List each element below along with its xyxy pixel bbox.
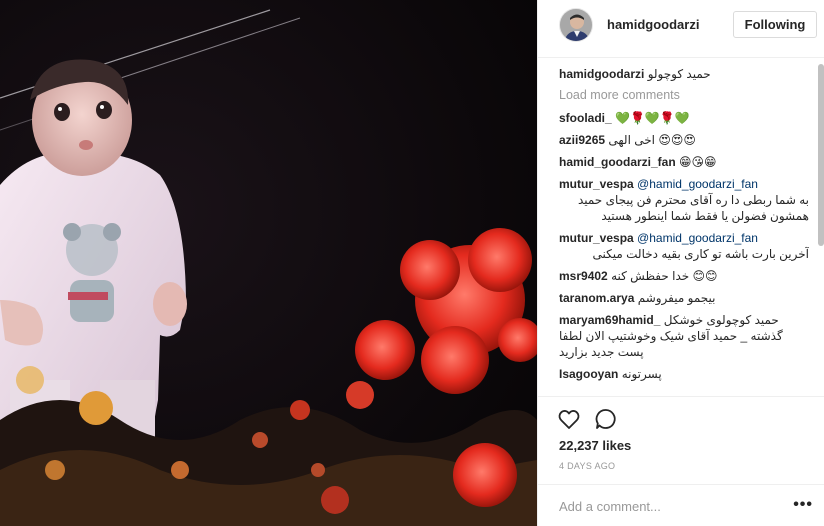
avatar[interactable]	[559, 8, 593, 42]
likes-count[interactable]: 22,237 likes	[559, 438, 631, 453]
caption: hamidgoodarzi حمید کوچولو	[559, 66, 809, 82]
following-button[interactable]: Following	[733, 11, 817, 38]
comment-item: taranom.arya بیجمو میفروشم	[559, 290, 809, 306]
comment-author[interactable]: mutur_vespa	[559, 231, 634, 245]
heart-icon[interactable]	[557, 407, 581, 431]
comment-author[interactable]: taranom.arya	[559, 291, 634, 305]
comment-item: Isagooyan پسرتونه	[559, 366, 809, 382]
comment-text: آخرین بارت باشه تو کاری بقیه دخالت میکنی	[592, 247, 809, 261]
post-detail-panel: hamidgoodarzi Following hamidgoodarzi حم…	[537, 0, 824, 526]
comment-item: mutur_vespa @hamid_goodarzi_fan به شما ر…	[559, 176, 809, 224]
comment-author[interactable]: azii9265	[559, 133, 605, 147]
comment-text: خدا حفظش کنه 😊😊	[611, 269, 718, 283]
comment-text: اخی الهی 😍😍😍	[608, 133, 696, 147]
comment-mention[interactable]: @hamid_goodarzi_fan	[637, 231, 758, 245]
comments-scrollbar[interactable]	[818, 64, 824, 246]
comment-item: msr9402 خدا حفظش کنه 😊😊	[559, 268, 809, 284]
comment-item: mutur_vespa @hamid_goodarzi_fan آخرین با…	[559, 230, 809, 262]
photo-image	[0, 0, 537, 526]
comment-text: به شما ربطی دا ره آقای محترم فن پیجای حم…	[577, 193, 809, 223]
comment-item: maryam69hamid_ حمید کوچولوی خوشکل گذشته …	[559, 312, 809, 360]
comments-list: hamidgoodarzi حمید کوچولو Load more comm…	[559, 66, 809, 396]
caption-text: حمید کوچولو	[647, 67, 711, 81]
more-options-icon[interactable]: •••	[793, 496, 813, 514]
comment-author[interactable]: mutur_vespa	[559, 177, 634, 191]
comment-icon[interactable]	[594, 407, 618, 431]
comment-text: پسرتونه	[621, 367, 662, 381]
post-photo[interactable]	[0, 0, 537, 526]
post-header: hamidgoodarzi Following	[538, 0, 824, 58]
comment-item: hamid_goodarzi_fan 😁😘😁	[559, 154, 809, 170]
comment-text: 💚🌹💚🌹💚	[615, 111, 690, 125]
comment-author[interactable]: maryam69hamid_	[559, 313, 660, 327]
comment-author[interactable]: sfooladi_	[559, 111, 612, 125]
comment-author[interactable]: hamid_goodarzi_fan	[559, 155, 676, 169]
comment-author[interactable]: msr9402	[559, 269, 608, 283]
comment-text: بیجمو میفروشم	[637, 291, 716, 305]
comment-author[interactable]: Isagooyan	[559, 367, 618, 381]
load-more-comments-link[interactable]: Load more comments	[559, 88, 809, 102]
post-actions: 22,237 likes 4 DAYS AGO	[538, 396, 824, 488]
add-comment-section: •••	[538, 484, 824, 526]
add-comment-input[interactable]	[559, 497, 779, 515]
comment-item: azii9265 اخی الهی 😍😍😍	[559, 132, 809, 148]
comment-item: sfooladi_ 💚🌹💚🌹💚	[559, 110, 809, 126]
comment-mention[interactable]: @hamid_goodarzi_fan	[637, 177, 758, 191]
caption-author[interactable]: hamidgoodarzi	[559, 67, 644, 81]
post-timestamp[interactable]: 4 DAYS AGO	[559, 461, 615, 471]
comment-text: 😁😘😁	[679, 155, 717, 169]
post-username[interactable]: hamidgoodarzi	[607, 17, 699, 32]
